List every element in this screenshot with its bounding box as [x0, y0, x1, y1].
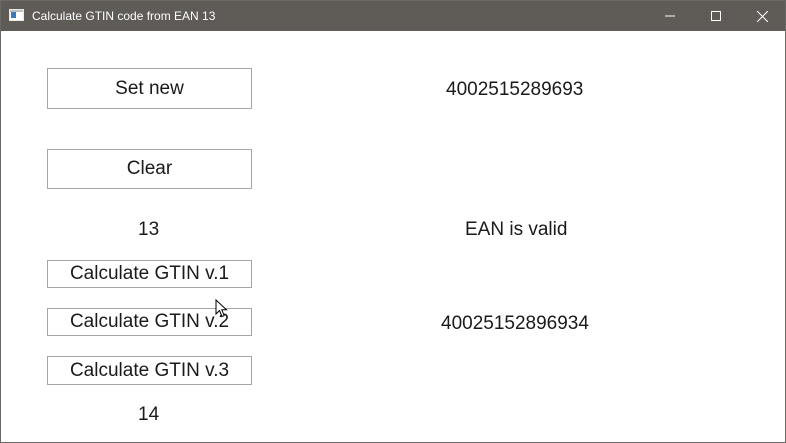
gtin-value: 40025152896934 [441, 313, 589, 334]
app-window: Calculate GTIN code from EAN 13 Set new … [0, 0, 786, 443]
ean-length-label: 13 [138, 219, 160, 240]
ean-value: 4002515289693 [446, 79, 584, 100]
calculate-gtin-v3-button[interactable]: Calculate GTIN v.3 [47, 356, 252, 385]
minimize-button[interactable] [647, 1, 693, 31]
minimize-icon [665, 15, 675, 17]
mouse-pointer-icon [215, 299, 228, 318]
set-new-button[interactable]: Set new [47, 68, 252, 109]
maximize-button[interactable] [693, 1, 739, 31]
title-bar[interactable]: Calculate GTIN code from EAN 13 [1, 1, 785, 31]
maximize-icon [711, 11, 721, 21]
window-title: Calculate GTIN code from EAN 13 [32, 9, 216, 23]
app-icon [9, 9, 24, 21]
close-icon [756, 10, 768, 22]
close-button[interactable] [739, 1, 785, 31]
ean-status-label: EAN is valid [465, 219, 568, 240]
calculate-gtin-v1-button[interactable]: Calculate GTIN v.1 [47, 260, 252, 288]
clear-button[interactable]: Clear [47, 149, 252, 189]
gtin-length-label: 14 [138, 404, 160, 425]
